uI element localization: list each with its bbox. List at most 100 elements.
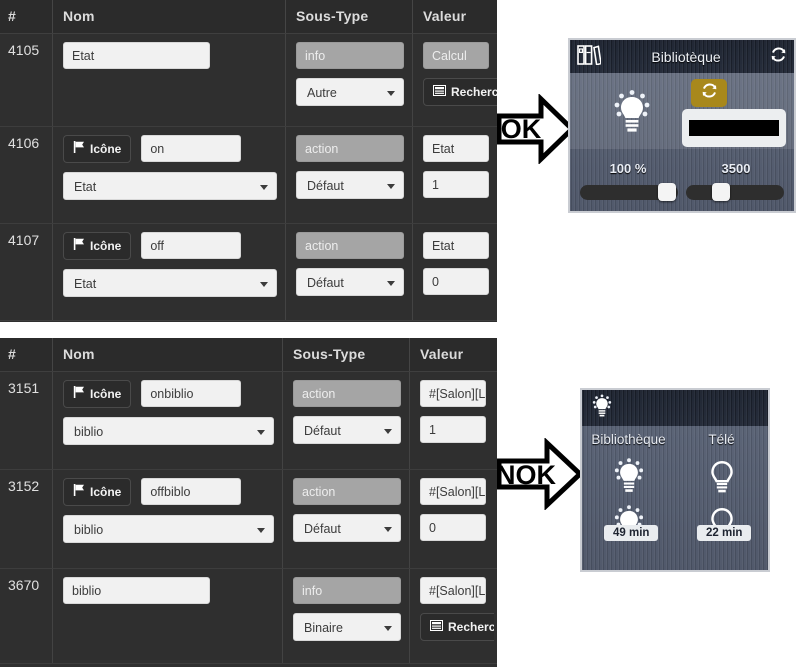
icon-picker-button[interactable]: Icône xyxy=(63,232,132,260)
name-input[interactable]: offbiblo xyxy=(141,478,242,505)
column-header-id: # xyxy=(8,346,16,362)
name-input[interactable]: onbiblio xyxy=(141,380,242,407)
name-select[interactable]: Etat xyxy=(63,269,277,297)
name-select[interactable]: biblio xyxy=(63,417,274,445)
column-header-nom: Nom xyxy=(52,338,282,371)
row-id: 4107 xyxy=(8,232,40,248)
lightbulb-on-icon[interactable] xyxy=(582,457,675,500)
list-icon xyxy=(430,614,443,640)
duration-badge: 22 min xyxy=(697,525,752,541)
widget-title-bar xyxy=(582,390,768,426)
value-second-input[interactable]: 0 xyxy=(420,514,486,541)
cell-nom: Icône onbiblio biblio xyxy=(52,372,282,469)
brightness-value: 100 % xyxy=(609,161,647,176)
column-header-valeur: Valeur xyxy=(412,0,497,33)
icon-picker-button[interactable]: Icône xyxy=(63,135,132,163)
properties-table-top: # Nom Sous-Type Valeur 4105 Etat info Au… xyxy=(0,0,497,322)
subtype-select[interactable]: Défaut xyxy=(296,268,404,296)
name-input[interactable]: off xyxy=(141,232,242,259)
lightbulb-off-icon[interactable] xyxy=(675,457,768,500)
cell-soustype: info Autre xyxy=(285,34,412,126)
brightness-slider[interactable] xyxy=(580,183,678,201)
cell-valeur: #[Salon][Lum 1 xyxy=(409,372,494,469)
table-row: 4106 Icône on Etat action Défaut Etat 1 xyxy=(0,127,497,224)
subtype-select[interactable]: Autre xyxy=(296,78,404,106)
nok-arrow-label: NOK xyxy=(497,460,557,490)
subtype-select[interactable]: Défaut xyxy=(293,514,401,542)
value-input[interactable]: Etat xyxy=(423,232,489,259)
lightbulb-on-icon[interactable] xyxy=(611,89,653,140)
brightness-slider-handle[interactable] xyxy=(658,183,676,201)
light-column-label: Télé xyxy=(708,432,735,447)
table-row: 4107 Icône off Etat action Défaut Etat 0 xyxy=(0,224,497,321)
temperature-slider-handle[interactable] xyxy=(712,183,730,201)
table-row: 3151 Icône onbiblio biblio action Défaut… xyxy=(0,372,497,470)
list-icon xyxy=(433,79,446,105)
refresh-icon xyxy=(702,83,717,103)
subtype-readonly: action xyxy=(296,232,404,259)
subtype-readonly: info xyxy=(296,42,404,69)
icon-picker-label: Icône xyxy=(90,485,122,499)
cell-nom: biblio xyxy=(52,569,282,663)
icon-picker-button[interactable]: Icône xyxy=(63,478,132,506)
value-input[interactable]: Etat xyxy=(423,135,489,162)
column-header-valeur: Valeur xyxy=(409,338,494,371)
refresh-icon[interactable] xyxy=(771,46,786,67)
duration-badge: 49 min xyxy=(604,525,659,541)
table-header-row: # Nom Sous-Type Valeur xyxy=(0,0,497,34)
cell-valeur: Calcul Rechercher xyxy=(412,34,497,126)
cell-nom: Icône on Etat xyxy=(52,127,285,223)
books-icon xyxy=(577,43,602,70)
subtype-select[interactable]: Défaut xyxy=(296,171,404,199)
ok-arrow-annotation: OK xyxy=(497,94,575,164)
value-input[interactable]: #[Salon][Lum xyxy=(420,380,486,407)
flag-icon xyxy=(73,479,85,505)
cell-nom: Icône off Etat xyxy=(52,224,285,320)
value-second-input[interactable]: 0 xyxy=(423,268,489,295)
widget-title: Bibliotèque xyxy=(651,48,721,65)
name-input[interactable]: biblio xyxy=(63,577,210,604)
search-button[interactable]: Rechercher xyxy=(423,78,497,106)
cell-valeur: Etat 1 xyxy=(412,127,497,223)
value-readonly: Calcul xyxy=(423,42,489,69)
lights-summary-widget: Bibliothèque 49 min Télé 22 min xyxy=(580,388,770,572)
ok-arrow-label: OK xyxy=(501,114,542,144)
cell-soustype: action Défaut xyxy=(282,470,409,568)
name-select[interactable]: Etat xyxy=(63,172,277,200)
properties-table-bottom: # Nom Sous-Type Valeur 3151 Icône onbibl… xyxy=(0,338,497,667)
widget-body: 100 % 3500 xyxy=(570,73,794,211)
table-row: 4105 Etat info Autre Calcul Rechercher xyxy=(0,34,497,127)
icon-picker-button[interactable]: Icône xyxy=(63,380,132,408)
light-column-label: Bibliothèque xyxy=(591,432,666,447)
refresh-button[interactable] xyxy=(691,79,727,107)
table-header-row: # Nom Sous-Type Valeur xyxy=(0,338,497,372)
table-row: 3670 biblio info Binaire #[Salon][Lum Re… xyxy=(0,569,497,664)
name-select[interactable]: biblio xyxy=(63,515,274,543)
value-input[interactable]: #[Salon][Lum xyxy=(420,577,486,604)
cell-soustype: action Défaut xyxy=(285,224,412,320)
subtype-select[interactable]: Défaut xyxy=(293,416,401,444)
widget-body: Bibliothèque 49 min Télé 22 min xyxy=(582,426,768,570)
subtype-select[interactable]: Binaire xyxy=(293,613,401,641)
cell-nom: Icône offbiblo biblio xyxy=(52,470,282,568)
value-input[interactable]: #[Salon][Lum xyxy=(420,478,486,505)
column-header-soustype: Sous-Type xyxy=(285,0,412,33)
color-picker[interactable] xyxy=(682,109,786,147)
subtype-readonly: action xyxy=(293,478,401,505)
column-header-soustype: Sous-Type xyxy=(282,338,409,371)
search-button-label: Rechercher xyxy=(451,85,497,99)
row-id: 4106 xyxy=(8,135,40,151)
cell-nom: Etat xyxy=(52,34,285,126)
temperature-value: 3500 xyxy=(721,161,751,176)
name-input[interactable]: on xyxy=(141,135,242,162)
subtype-readonly: info xyxy=(293,577,401,604)
temperature-slider[interactable] xyxy=(686,183,784,201)
flag-icon xyxy=(73,381,85,407)
value-second-input[interactable]: 1 xyxy=(420,416,486,443)
name-input[interactable]: Etat xyxy=(63,42,210,69)
row-id: 3670 xyxy=(8,577,40,593)
search-button[interactable]: Rechercher xyxy=(420,613,494,641)
icon-picker-label: Icône xyxy=(90,387,122,401)
value-second-input[interactable]: 1 xyxy=(423,171,489,198)
cell-soustype: action Défaut xyxy=(285,127,412,223)
